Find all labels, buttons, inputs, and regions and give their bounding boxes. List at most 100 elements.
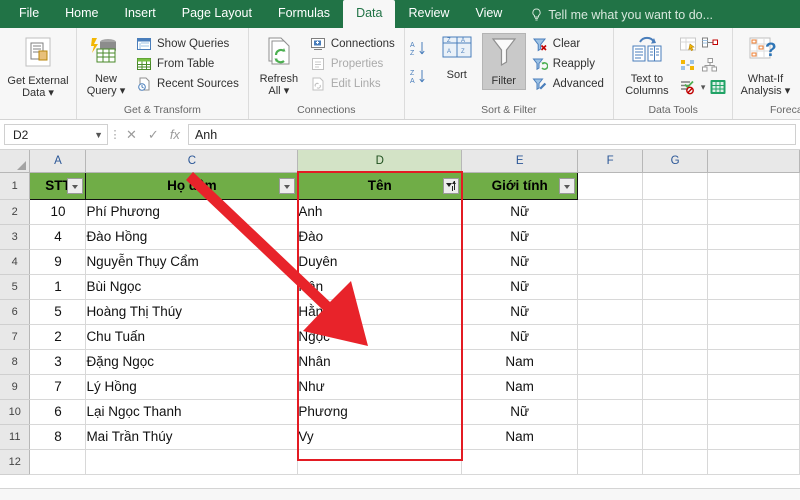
empty-cell[interactable] (297, 449, 463, 475)
empty-cell[interactable] (577, 349, 644, 375)
data-validation-dropdown-icon[interactable]: ▾ (701, 82, 706, 93)
empty-cell[interactable] (577, 274, 644, 300)
consolidate-icon[interactable] (709, 78, 727, 96)
row-header-4[interactable]: 4 (0, 249, 31, 275)
cell-ten[interactable]: Như (297, 374, 463, 400)
row-header-8[interactable]: 8 (0, 349, 31, 375)
empty-cell[interactable] (577, 299, 644, 325)
empty-cell[interactable] (642, 199, 709, 225)
cell-ho-dem[interactable]: Hoàng Thị Thúy (85, 299, 299, 325)
empty-cell[interactable] (707, 374, 800, 400)
enter-icon[interactable]: ✓ (148, 127, 159, 143)
cell-ho-dem[interactable]: Đặng Ngọc (85, 349, 299, 375)
filter-dropdown-ho-dem[interactable] (279, 177, 296, 194)
insert-function-icon[interactable]: fx (170, 127, 180, 142)
cell-ten[interactable]: Vy (297, 424, 463, 450)
empty-cell[interactable] (642, 324, 709, 350)
empty-cell[interactable] (577, 324, 644, 350)
row-header-6[interactable]: 6 (0, 299, 31, 325)
cell-stt[interactable]: 4 (29, 224, 87, 250)
tab-page-layout[interactable]: Page Layout (169, 0, 265, 28)
cell-ho-dem[interactable]: Nguyễn Thụy Cẩm (85, 249, 299, 275)
flash-fill-icon[interactable] (679, 36, 697, 54)
empty-cell[interactable] (642, 424, 709, 450)
empty-cell[interactable] (707, 424, 800, 450)
manage-data-model-icon[interactable] (701, 57, 719, 75)
empty-cell[interactable] (707, 299, 800, 325)
cell-stt[interactable]: 5 (29, 299, 87, 325)
column-header-f[interactable]: F (577, 150, 644, 173)
refresh-all-button[interactable]: Refresh All ▾ (254, 33, 304, 101)
name-box[interactable]: D2 ▼ (4, 124, 108, 145)
cell-ho-dem[interactable]: Phí Phương (85, 199, 299, 225)
data-validation-icon[interactable] (679, 78, 697, 96)
sort-button[interactable]: ZAAZ Sort (436, 33, 478, 84)
get-external-data-button[interactable]: Get External Data ▾ (5, 33, 71, 103)
forecast-sheet-button[interactable]: Forec Shee (796, 33, 800, 101)
empty-cell[interactable] (642, 172, 709, 200)
empty-cell[interactable] (642, 299, 709, 325)
cell-ho-dem[interactable]: Đào Hồng (85, 224, 299, 250)
row-header-5[interactable]: 5 (0, 274, 31, 300)
cell-ho-dem[interactable]: Bùi Ngọc (85, 274, 299, 300)
empty-cell[interactable] (642, 224, 709, 250)
edit-links-button[interactable]: Edit Links (308, 75, 399, 93)
cell-stt[interactable]: 7 (29, 374, 87, 400)
clear-filter-button[interactable]: Clear (530, 35, 608, 53)
cell-stt[interactable]: 2 (29, 324, 87, 350)
properties-button[interactable]: Properties (308, 55, 399, 73)
column-header-h[interactable] (707, 150, 800, 173)
tab-insert[interactable]: Insert (112, 0, 169, 28)
empty-cell[interactable] (707, 324, 800, 350)
recent-sources-button[interactable]: Recent Sources (134, 75, 243, 93)
remove-duplicates-icon[interactable] (679, 57, 697, 75)
empty-cell[interactable] (707, 172, 800, 200)
what-if-analysis-button[interactable]: ? What-If Analysis ▾ (738, 33, 792, 101)
sort-z-to-a-icon[interactable]: ZA (410, 67, 430, 87)
cell-gioi-tinh[interactable]: Nữ (461, 249, 579, 275)
relationships-icon[interactable] (701, 36, 719, 54)
empty-cell[interactable] (642, 374, 709, 400)
cell-gioi-tinh[interactable]: Nữ (461, 224, 579, 250)
tab-view[interactable]: View (462, 0, 515, 28)
new-query-button[interactable]: New Query ▾ (82, 33, 130, 101)
empty-cell[interactable] (642, 349, 709, 375)
row-header-1[interactable]: 1 (0, 172, 31, 200)
cell-stt[interactable]: 6 (29, 399, 87, 425)
filter-dropdown-gioi-tinh[interactable] (559, 177, 576, 194)
cancel-icon[interactable]: ✕ (126, 127, 137, 143)
cell-ten[interactable]: Hân (297, 274, 463, 300)
cell-gioi-tinh[interactable]: Nữ (461, 274, 579, 300)
cell-ten[interactable]: Hằng (297, 299, 463, 325)
from-table-button[interactable]: From Table (134, 55, 243, 73)
row-header-3[interactable]: 3 (0, 224, 31, 250)
empty-cell[interactable] (461, 449, 579, 475)
empty-cell[interactable] (577, 399, 644, 425)
column-header-d[interactable]: D (297, 150, 463, 173)
cell-ho-dem[interactable]: Chu Tuấn (85, 324, 299, 350)
cell-stt[interactable]: 8 (29, 424, 87, 450)
empty-cell[interactable] (642, 399, 709, 425)
empty-cell[interactable] (29, 449, 87, 475)
cell-gioi-tinh[interactable]: Nam (461, 374, 579, 400)
empty-cell[interactable] (577, 199, 644, 225)
cell-gioi-tinh[interactable]: Nam (461, 349, 579, 375)
cell-gioi-tinh[interactable]: Nam (461, 424, 579, 450)
tell-me-box[interactable]: Tell me what you want to do... (515, 4, 723, 28)
filter-dropdown-stt[interactable] (67, 177, 84, 194)
empty-cell[interactable] (707, 449, 800, 475)
tab-formulas[interactable]: Formulas (265, 0, 343, 28)
cell-ten[interactable]: Anh (297, 199, 463, 225)
text-to-columns-button[interactable]: Text to Columns (619, 33, 675, 101)
empty-cell[interactable] (642, 274, 709, 300)
tab-file[interactable]: File (6, 0, 52, 28)
filter-dropdown-ten-sorted-ascending[interactable] (443, 177, 460, 194)
reapply-filter-button[interactable]: Reapply (530, 55, 608, 73)
tab-home[interactable]: Home (52, 0, 111, 28)
cell-ten[interactable]: Nhân (297, 349, 463, 375)
chevron-down-icon[interactable]: ▼ (94, 130, 103, 140)
empty-cell[interactable] (577, 424, 644, 450)
tab-data[interactable]: Data (343, 0, 396, 28)
cell-ho-dem[interactable]: Mai Trần Thúy (85, 424, 299, 450)
cell-stt[interactable]: 9 (29, 249, 87, 275)
